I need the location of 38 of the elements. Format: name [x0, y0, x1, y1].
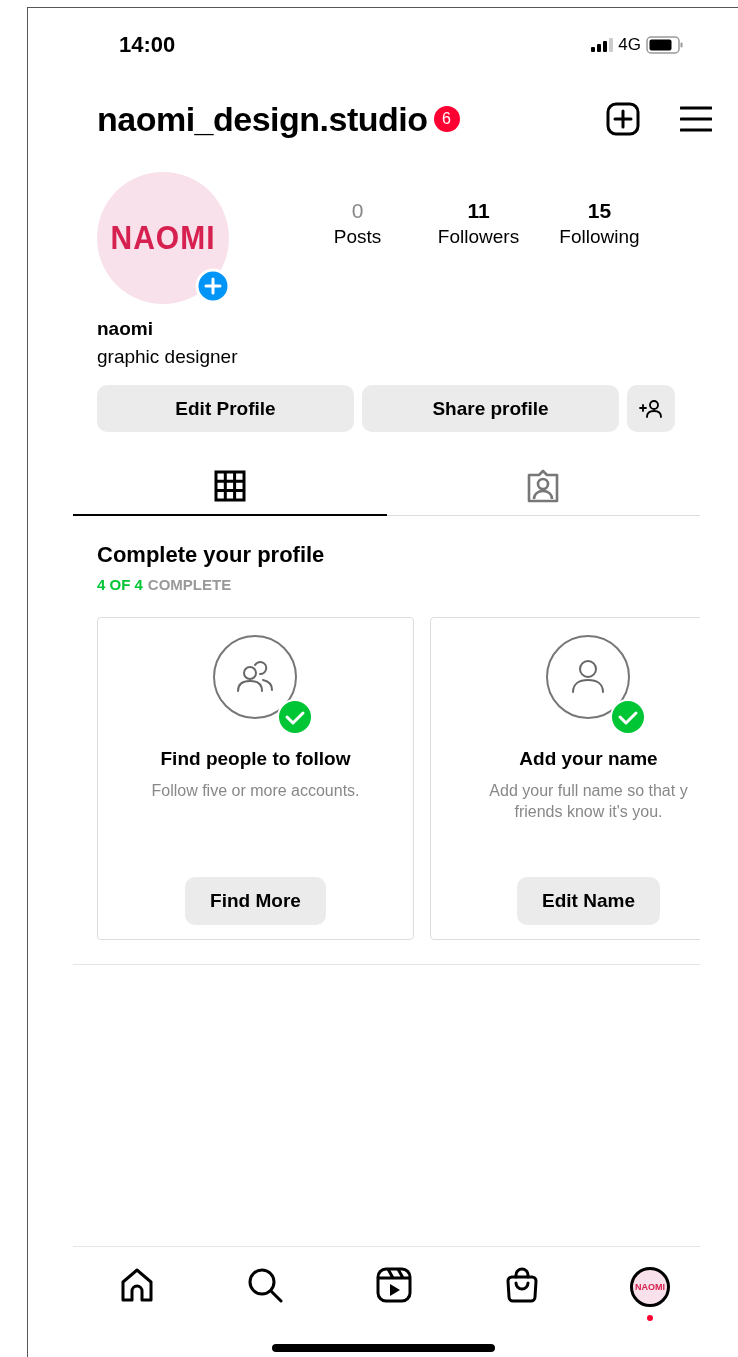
search-icon[interactable]	[247, 1267, 284, 1303]
profile-bio: graphic designer	[96, 346, 239, 368]
card-title: Add your name	[519, 748, 658, 770]
notification-badge: 6	[433, 106, 460, 132]
add-person-icon	[639, 398, 663, 419]
add-story-icon[interactable]	[195, 268, 231, 304]
grid-icon	[213, 469, 246, 502]
share-profile-button[interactable]: Share profile	[362, 385, 619, 432]
add-person-button[interactable]	[627, 385, 675, 432]
stat-label: Following	[559, 225, 640, 248]
stat-label: Posts	[333, 225, 382, 248]
network-label: 4G	[618, 35, 641, 55]
card-button[interactable]: Edit Name	[517, 877, 660, 925]
notification-dot	[647, 1315, 653, 1321]
section-title: Complete your profile	[97, 542, 326, 568]
progress-count: 4 OF 4	[97, 576, 143, 593]
card-description: Follow five or more accounts.	[151, 781, 360, 801]
stat-count: 15	[587, 198, 612, 223]
reels-icon[interactable]	[375, 1267, 412, 1303]
home-icon[interactable]	[119, 1267, 155, 1303]
username-title: naomi_design.studio	[97, 99, 428, 139]
battery-icon	[646, 36, 684, 54]
profile-tab-avatar[interactable]: NAOMI	[630, 1267, 670, 1307]
menu-icon[interactable]	[680, 106, 712, 132]
card-description: Add your full name so that y friends know it's you.	[489, 781, 688, 822]
signal-icon	[591, 38, 614, 52]
progress-status: COMPLETE	[147, 576, 232, 593]
status-time: 14:00	[119, 32, 176, 58]
add-icon[interactable]	[606, 102, 640, 136]
stat-label: Followers	[437, 225, 520, 248]
profile-name: naomi	[96, 318, 154, 340]
shopping-bag-icon[interactable]	[504, 1267, 539, 1303]
profile-avatar[interactable]: NAOMI	[97, 172, 229, 304]
stat-count: 0	[351, 198, 364, 223]
edit-profile-button[interactable]: Edit Profile	[97, 385, 354, 432]
card-button[interactable]: Find More	[185, 877, 326, 925]
stat-count: 11	[467, 198, 490, 223]
card-title: Find people to follow	[160, 748, 351, 770]
